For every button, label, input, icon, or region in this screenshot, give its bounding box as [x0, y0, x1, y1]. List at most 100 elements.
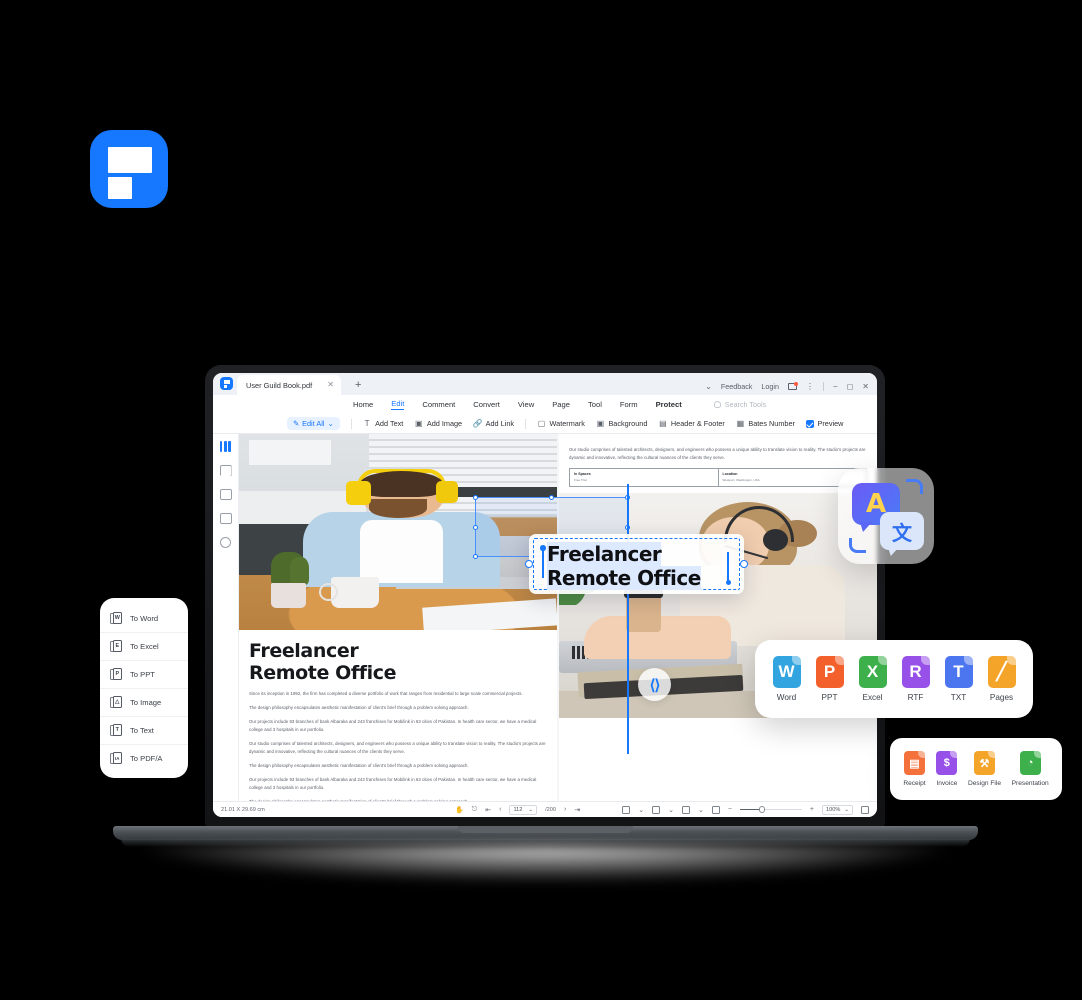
- resize-handle-icon[interactable]: [549, 495, 554, 500]
- chevron-down-icon[interactable]: ⌄: [705, 382, 712, 391]
- zoom-slider-knob[interactable]: [758, 806, 765, 813]
- menu-item-page[interactable]: Page: [552, 400, 570, 409]
- fit-page-icon[interactable]: [861, 805, 869, 814]
- close-icon[interactable]: ✕: [862, 382, 869, 391]
- doctype-item-invoice[interactable]: $ Invoice: [936, 751, 958, 787]
- menu-item-convert[interactable]: Convert: [473, 400, 500, 409]
- menu-item-home[interactable]: Home: [353, 400, 373, 409]
- app-body: Freelancer Remote Office Since its incep…: [213, 434, 877, 801]
- preview-toggle[interactable]: Preview: [805, 419, 843, 428]
- menu-item-edit[interactable]: Edit: [391, 399, 405, 410]
- bates-number-button[interactable]: ▦ Bates Number: [736, 419, 795, 428]
- format-item-pages[interactable]: ╱ Pages: [987, 656, 1016, 702]
- convert-option-excel[interactable]: E To Excel: [100, 632, 188, 660]
- format-item-rtf[interactable]: R RTF: [901, 656, 930, 702]
- facing-page-view-icon[interactable]: [681, 805, 690, 814]
- menu-item-view[interactable]: View: [518, 400, 534, 409]
- inline-text-editor[interactable]: Freelancer Remote Office: [525, 534, 748, 594]
- search-panel-icon[interactable]: [220, 537, 231, 548]
- minus-icon[interactable]: −: [728, 806, 732, 813]
- design-file-icon: ⚒: [973, 751, 995, 775]
- add-image-button[interactable]: ▣ Add Image: [414, 419, 462, 428]
- resize-handle-icon[interactable]: [540, 545, 546, 551]
- chevron-down-icon[interactable]: ⌄: [698, 806, 704, 814]
- more-vertical-icon[interactable]: ⋮: [806, 382, 814, 391]
- convert-option-label: To PDF/A: [130, 754, 163, 763]
- new-tab-icon[interactable]: +: [355, 380, 361, 391]
- menu-item-form[interactable]: Form: [620, 400, 638, 409]
- hand-tool-icon[interactable]: ✋: [455, 806, 464, 814]
- convert-option-label: To Excel: [130, 642, 159, 651]
- convert-pdfa-icon: IA: [110, 752, 122, 765]
- first-page-icon[interactable]: ⇤: [485, 806, 491, 814]
- header-footer-button[interactable]: ▤ Header & Footer: [658, 419, 725, 428]
- translate-icon[interactable]: A 文: [838, 468, 934, 564]
- menu-item-protect[interactable]: Protect: [656, 400, 682, 409]
- convert-option-pdfa[interactable]: IA To PDF/A: [100, 744, 188, 772]
- chevron-down-icon[interactable]: ⌄: [528, 807, 533, 813]
- next-page-icon[interactable]: ›: [564, 806, 566, 813]
- bookmark-panel-icon[interactable]: [219, 465, 232, 476]
- doctype-item-receipt[interactable]: ▤ Receipt: [903, 751, 926, 787]
- convert-option-text[interactable]: T To Text: [100, 716, 188, 744]
- resize-handle-icon[interactable]: [740, 560, 748, 568]
- output-format-panel[interactable]: W Word P PPT X Excel R RTF T TXT ╱ Pages: [755, 640, 1033, 718]
- format-item-txt[interactable]: T TXT: [944, 656, 973, 702]
- edit-all-button[interactable]: ✎ Edit All ⌄: [287, 417, 340, 430]
- menu-item-comment[interactable]: Comment: [422, 400, 455, 409]
- background-button[interactable]: ▣ Background: [596, 419, 648, 428]
- comment-panel-icon[interactable]: [219, 489, 232, 500]
- format-item-ppt[interactable]: P PPT: [815, 656, 844, 702]
- resize-handle-icon[interactable]: [473, 495, 478, 500]
- bates-number-label: Bates Number: [748, 419, 795, 428]
- feedback-link[interactable]: Feedback: [721, 382, 753, 391]
- doctype-item-design-file[interactable]: ⚒ Design File: [968, 751, 1001, 787]
- convert-to-panel[interactable]: W To Word E To Excel P To PPT △ To Image…: [100, 598, 188, 778]
- single-page-view-icon[interactable]: [622, 805, 631, 814]
- menu-item-tool[interactable]: Tool: [588, 400, 602, 409]
- document-viewport[interactable]: Freelancer Remote Office Since its incep…: [239, 434, 877, 801]
- chevron-down-icon[interactable]: ⌄: [638, 806, 644, 814]
- convert-option-ppt[interactable]: P To PPT: [100, 660, 188, 688]
- doc-heading-line1: Freelancer: [249, 640, 359, 662]
- search-tools-input[interactable]: Search Tools: [713, 400, 766, 409]
- convert-option-image[interactable]: △ To Image: [100, 688, 188, 716]
- tab-close-icon[interactable]: ✕: [327, 381, 334, 389]
- document-tab[interactable]: User Guild Book.pdf ✕: [237, 375, 341, 395]
- resize-handle-icon[interactable]: [525, 560, 533, 568]
- add-image-label: Add Image: [426, 419, 463, 428]
- watermark-button[interactable]: ▢ Watermark: [537, 419, 585, 428]
- code-brackets-icon[interactable]: ⟨⟩: [638, 668, 671, 701]
- page-panel-icon[interactable]: [219, 513, 232, 524]
- minimize-icon[interactable]: −: [833, 382, 838, 391]
- convert-option-word[interactable]: W To Word: [100, 604, 188, 632]
- prev-page-icon[interactable]: ‹: [499, 806, 501, 813]
- zoom-slider[interactable]: [739, 806, 802, 813]
- image-tool-icon: ▣: [415, 419, 423, 428]
- select-tool-icon[interactable]: ⎋: [472, 806, 478, 814]
- document-type-panel[interactable]: ▤ Receipt $ Invoice ⚒ Design File ◔ Pres…: [890, 738, 1062, 800]
- zoom-level-select[interactable]: 100% ⌄: [822, 804, 853, 815]
- format-item-word[interactable]: W Word: [772, 656, 801, 702]
- resize-handle-icon[interactable]: [473, 524, 478, 530]
- doctype-item-presentation[interactable]: ◔ Presentation: [1012, 751, 1049, 787]
- mail-badge-icon[interactable]: [787, 382, 798, 390]
- add-link-button[interactable]: 🔗 Add Link: [473, 419, 514, 428]
- continuous-view-icon[interactable]: [652, 805, 661, 814]
- format-item-excel[interactable]: X Excel: [858, 656, 887, 702]
- chevron-down-icon[interactable]: ⌄: [844, 807, 849, 813]
- chevron-down-icon[interactable]: ⌄: [668, 806, 674, 814]
- page-number-input[interactable]: 112 ⌄: [509, 804, 538, 815]
- thumbnails-panel-icon[interactable]: [219, 441, 232, 452]
- grid-view-icon[interactable]: [711, 805, 720, 814]
- last-page-icon[interactable]: ⇥: [574, 806, 580, 814]
- page-size-label: 21.01 X 29.69 cm: [221, 806, 265, 813]
- login-link[interactable]: Login: [761, 382, 779, 391]
- doc-paragraph: Our projects include 93 branches of bank…: [249, 777, 537, 790]
- plus-icon[interactable]: +: [810, 806, 814, 813]
- add-text-button[interactable]: T Add Text: [363, 419, 404, 428]
- resize-handle-icon[interactable]: [725, 579, 731, 585]
- doctype-label: Invoice: [936, 780, 958, 787]
- resize-handle-icon[interactable]: [473, 554, 478, 559]
- maximize-icon[interactable]: ◻: [847, 382, 854, 391]
